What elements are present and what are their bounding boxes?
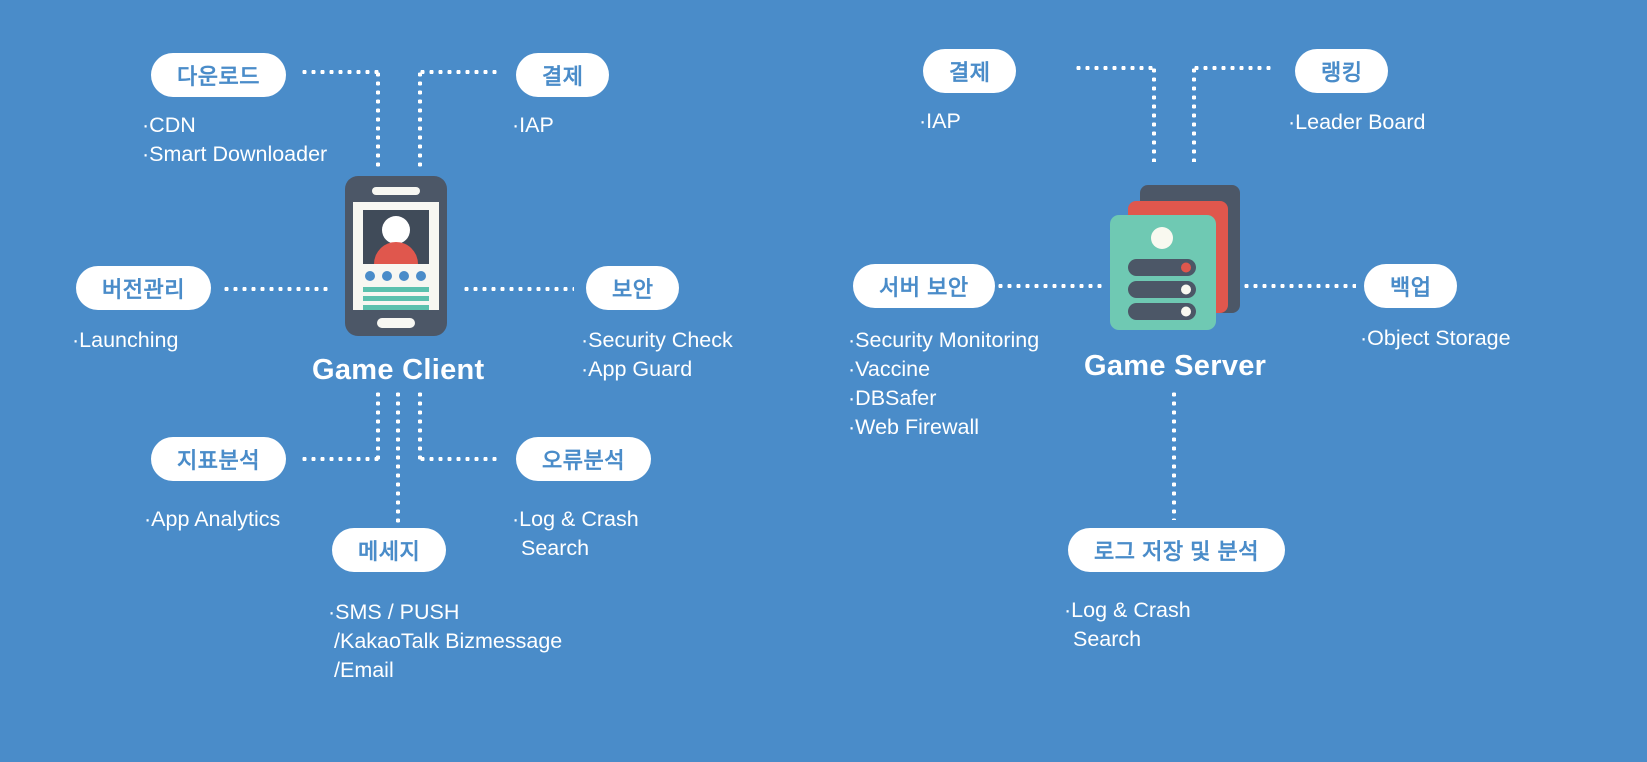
chip-server-security[interactable]: 서버 보안 [853,264,995,308]
bullet-line: Search [1073,627,1142,651]
connector-ranking-vertical [1192,66,1196,162]
bullet-line: ·Security Check [581,328,733,352]
connector-download-vertical [376,70,380,170]
chip-log-storage-analysis[interactable]: 로그 저장 및 분석 [1068,528,1286,572]
connector-server-payment-vertical [1152,66,1156,162]
bullets-message: ·SMS / PUSH /KakaoTalk Bizmessage /Email [328,598,562,685]
bullets-log-storage-analysis: ·Log & Crash Search [1064,596,1191,654]
connector-ranking-to-server [1192,66,1274,70]
bullet-line: ·Web Firewall [848,415,980,439]
connector-metrics-to-client [300,457,380,461]
chip-security[interactable]: 보안 [586,266,680,310]
bullets-security: ·Security Check ·App Guard [581,326,733,384]
connector-metrics-vertical [376,390,380,460]
chip-error-analysis[interactable]: 오류분석 [516,437,651,481]
bullet-line: ·Object Storage [1360,326,1511,350]
server-stack-icon [1110,185,1240,335]
bullets-download: ·CDN ·Smart Downloader [142,111,327,169]
connector-server-security-to-server [996,284,1104,288]
bullets-server-payment: ·IAP [919,107,961,136]
bullets-server-security: ·Security Monitoring ·Vaccine ·DBSafer ·… [848,326,1039,442]
bullet-line: ·DBSafer [848,386,937,410]
bullet-line: ·App Guard [581,357,693,381]
bullet-line: ·Smart Downloader [142,142,328,166]
connector-backup-to-server [1242,284,1356,288]
bullet-line: ·App Analytics [144,507,281,531]
bullet-line: ·IAP [919,109,961,133]
node-title-game-client: Game Client [312,354,485,386]
connector-download-to-client [300,70,380,74]
bullets-ranking: ·Leader Board [1288,108,1425,137]
bullet-line: ·Security Monitoring [848,328,1040,352]
chip-metrics-analysis[interactable]: 지표분석 [151,437,286,481]
bullet-line: ·Log & Crash [512,507,639,531]
bullets-error-analysis: ·Log & Crash Search [512,505,639,563]
connector-message-vertical [396,390,400,525]
bullet-line: ·Vaccine [848,357,931,381]
connector-error-vertical [418,390,422,460]
connector-payment-to-client [418,70,500,74]
chip-download[interactable]: 다운로드 [151,53,286,97]
connector-logstorage-vertical [1172,390,1176,520]
connector-version-to-client [222,287,332,291]
chip-message[interactable]: 메세지 [332,528,447,572]
smartphone-icon [345,176,447,341]
bullet-line: /Email [334,658,394,682]
bullet-line: ·IAP [512,113,554,137]
bullets-payment: ·IAP [512,111,554,140]
bullet-line: ·SMS / PUSH [328,600,460,624]
bullet-line: ·Log & Crash [1064,598,1191,622]
chip-payment[interactable]: 결제 [516,53,610,97]
bullets-backup: ·Object Storage [1360,324,1511,353]
bullet-line: ·Leader Board [1288,110,1426,134]
connector-server-payment-to-server [1074,66,1156,70]
chip-backup[interactable]: 백업 [1364,264,1458,308]
bullet-line: ·Launching [72,328,179,352]
connector-payment-vertical [418,70,422,170]
bullet-line: Search [521,536,590,560]
node-title-game-server: Game Server [1084,350,1267,382]
connector-error-to-client [418,457,500,461]
chip-ranking[interactable]: 랭킹 [1295,49,1389,93]
bullet-line: /KakaoTalk Bizmessage [334,629,563,653]
bullet-line: ·CDN [142,113,196,137]
chip-version-management[interactable]: 버전관리 [76,266,211,310]
connector-security-to-client [462,287,574,291]
chip-server-payment[interactable]: 결제 [923,49,1017,93]
diagram-canvas: Game Client Game Server 다운로드 ·CDN ·Smart… [0,0,1647,762]
bullets-metrics-analysis: ·App Analytics [144,505,280,534]
bullets-version-management: ·Launching [72,326,178,355]
